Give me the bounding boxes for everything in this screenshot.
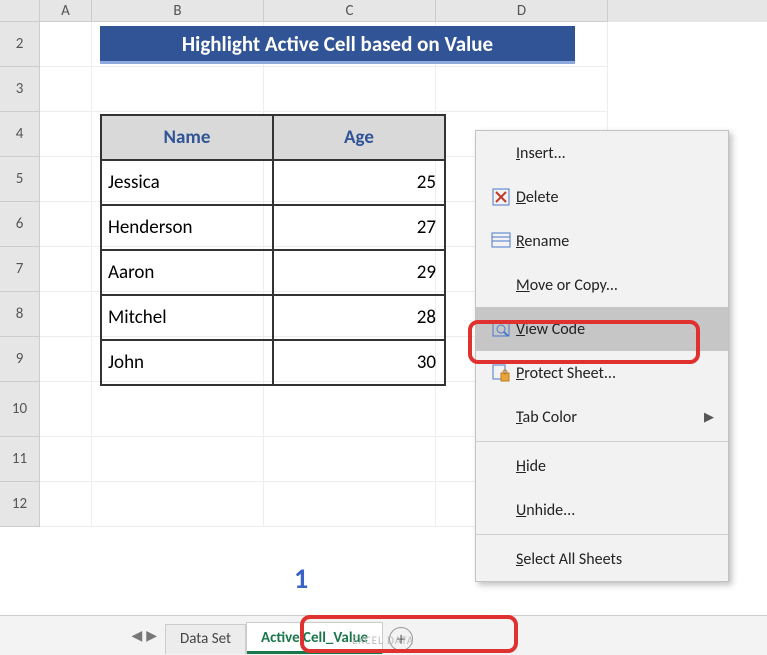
menu-label: Rename	[516, 232, 714, 251]
menu-select-all-sheets[interactable]: Select All Sheets	[476, 537, 728, 581]
row-header[interactable]: 9	[0, 337, 40, 382]
nav-prev-icon[interactable]: ◀	[131, 627, 142, 644]
view-code-icon	[486, 319, 516, 339]
cell-name[interactable]: John	[101, 340, 273, 385]
column-headers-row: A B C D	[0, 0, 767, 22]
menu-label: Hide	[516, 457, 714, 476]
table-row[interactable]: Jessica25	[101, 160, 445, 205]
col-header-name[interactable]: Name	[101, 115, 273, 160]
select-all-corner[interactable]	[0, 0, 40, 22]
callout-step-1: 1	[294, 561, 308, 596]
row-header[interactable]: 12	[0, 482, 40, 527]
cell-age[interactable]: 28	[273, 295, 445, 340]
row-header[interactable]: 6	[0, 202, 40, 247]
row-header[interactable]: 7	[0, 247, 40, 292]
col-header-D[interactable]: D	[436, 0, 608, 22]
menu-rename[interactable]: Rename	[476, 219, 728, 263]
menu-label: Protect Sheet...	[516, 364, 714, 383]
row-header[interactable]: 2	[0, 22, 40, 67]
col-header-B[interactable]: B	[92, 0, 264, 22]
worksheet-grid[interactable]: A B C D 2 3 4 5 6 7 8 9 10 11 12 Highlig…	[0, 0, 767, 615]
row-header[interactable]: 8	[0, 292, 40, 337]
protect-icon	[486, 363, 516, 383]
table-row[interactable]: Mitchel28	[101, 295, 445, 340]
menu-label: Move or Copy...	[516, 276, 714, 295]
menu-move-copy[interactable]: Move or Copy...	[476, 263, 728, 307]
menu-view-code[interactable]: View Code	[476, 307, 728, 351]
menu-label: Select All Sheets	[516, 550, 714, 569]
sheet-tab-data-set[interactable]: Data Set	[165, 624, 246, 654]
delete-icon	[486, 187, 516, 207]
cell-age[interactable]: 25	[273, 160, 445, 205]
watermark-text: EXCEL DATA	[352, 634, 414, 647]
menu-label: Unhide...	[516, 501, 714, 520]
cell-name[interactable]: Henderson	[101, 205, 273, 250]
row-header[interactable]: 4	[0, 112, 40, 157]
cell-age[interactable]: 30	[273, 340, 445, 385]
menu-label: Insert...	[516, 144, 714, 163]
sheet-tab-context-menu: Insert... Delete Rename Move or Copy... …	[475, 130, 729, 582]
menu-label: Tab Color	[516, 408, 704, 427]
menu-delete[interactable]: Delete	[476, 175, 728, 219]
row-header[interactable]: 11	[0, 437, 40, 482]
col-header-C[interactable]: C	[264, 0, 436, 22]
cell-age[interactable]: 27	[273, 205, 445, 250]
menu-insert[interactable]: Insert...	[476, 131, 728, 175]
row-header[interactable]: 10	[0, 382, 40, 437]
menu-label: Delete	[516, 188, 714, 207]
row-header[interactable]: 3	[0, 67, 40, 112]
col-header-age[interactable]: Age	[273, 115, 445, 160]
menu-separator	[476, 441, 728, 442]
cell-name[interactable]: Aaron	[101, 250, 273, 295]
menu-separator	[476, 534, 728, 535]
menu-tab-color[interactable]: Tab Color ▶	[476, 395, 728, 439]
row-header[interactable]: 5	[0, 157, 40, 202]
cell-age[interactable]: 29	[273, 250, 445, 295]
menu-unhide[interactable]: Unhide...	[476, 488, 728, 532]
page-title: Highlight Active Cell based on Value	[100, 26, 575, 64]
menu-hide[interactable]: Hide	[476, 444, 728, 488]
nav-next-icon[interactable]: ▶	[146, 627, 157, 644]
cell-name[interactable]: Mitchel	[101, 295, 273, 340]
menu-protect-sheet[interactable]: Protect Sheet...	[476, 351, 728, 395]
table-row[interactable]: Henderson27	[101, 205, 445, 250]
tab-nav-arrows[interactable]: ◀▶	[0, 627, 165, 644]
submenu-arrow-icon: ▶	[704, 410, 714, 425]
data-table: Name Age Jessica25 Henderson27 Aaron29 M…	[100, 114, 446, 386]
table-row[interactable]: John30	[101, 340, 445, 385]
col-header-A[interactable]: A	[40, 0, 92, 22]
rename-icon	[486, 231, 516, 251]
sheet-tabs-bar: ◀▶ Data Set Active Cell_Value + EXCEL DA…	[0, 615, 767, 655]
cell-name[interactable]: Jessica	[101, 160, 273, 205]
menu-label: View Code	[516, 320, 714, 339]
table-row[interactable]: Aaron29	[101, 250, 445, 295]
